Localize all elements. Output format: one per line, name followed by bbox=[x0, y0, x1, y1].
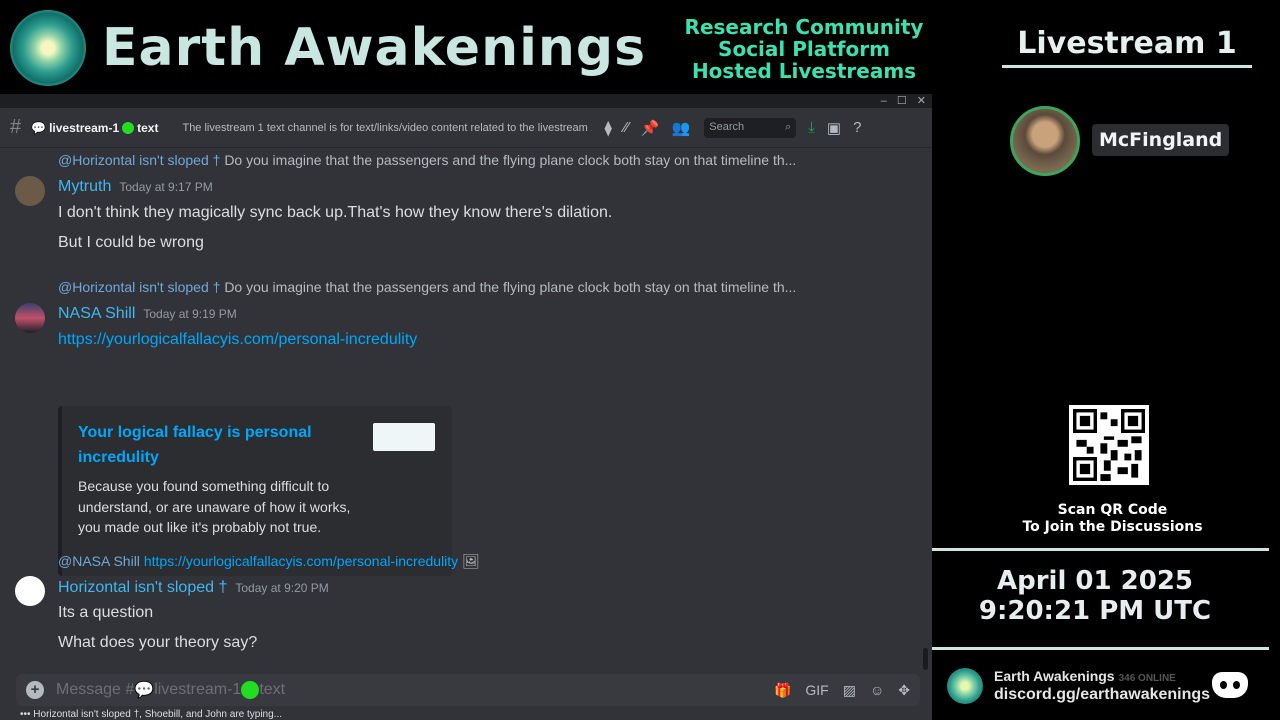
placeholder-text: livestream-1 bbox=[154, 681, 242, 698]
message-text: What does your theory say? bbox=[58, 634, 258, 651]
author-name[interactable]: NASA Shill bbox=[58, 305, 135, 322]
avatar[interactable] bbox=[15, 176, 45, 206]
reply-text: Do you imagine that the passengers and t… bbox=[224, 279, 797, 295]
member-list-icon[interactable]: 👥 bbox=[672, 119, 691, 137]
speech-bubble-icon: 💬 bbox=[134, 682, 155, 699]
sticker-icon[interactable]: ▨ bbox=[843, 682, 856, 699]
link-embed: Your logical fallacy is personal incredu… bbox=[58, 406, 452, 576]
threads-icon[interactable]: ⧫ bbox=[604, 119, 611, 137]
qr-caption-line: Scan QR Code bbox=[1057, 502, 1168, 518]
search-placeholder: Search bbox=[709, 120, 745, 133]
message-text: I don't think they magically sync back u… bbox=[58, 204, 613, 221]
emoji-icon[interactable]: ☺ bbox=[870, 682, 884, 699]
search-icon: ⌕ bbox=[785, 120, 792, 133]
typing-indicator: ••• Horizontal isn't sloped †, Shoebill,… bbox=[20, 709, 282, 720]
window-controls: – ☐ ✕ bbox=[0, 94, 932, 108]
time-text: 9:20:21 PM UTC bbox=[978, 596, 1212, 626]
message-text: But I could be wrong bbox=[58, 234, 204, 251]
tagline-line: Social Platform bbox=[718, 37, 890, 61]
discord-logo-icon bbox=[1212, 672, 1248, 698]
datetime: April 01 2025 9:20:21 PM UTC bbox=[950, 566, 1240, 626]
author-name[interactable]: Mytruth bbox=[58, 178, 111, 195]
channel-name-text: livestream-1 bbox=[49, 120, 120, 135]
avatar[interactable] bbox=[15, 303, 45, 333]
server-icon bbox=[947, 668, 983, 704]
embed-title[interactable]: Your logical fallacy is personal incredu… bbox=[78, 420, 338, 470]
qr-code bbox=[1069, 405, 1149, 485]
date-text: April 01 2025 bbox=[996, 566, 1194, 596]
notification-mute-icon[interactable]: ⁄⁄ bbox=[624, 119, 629, 136]
discord-window: – ☐ ✕ # 💬 livestream-1 text The livestream 1… bbox=[0, 94, 932, 720]
inbox-icon[interactable]: ▣ bbox=[827, 119, 841, 137]
message-input[interactable]: + Message # 💬 livestream-1 text 🎁 GIF ▨ ☺ ✥ bbox=[16, 674, 920, 706]
qr-caption: Scan QR Code To Join the Discussions bbox=[995, 502, 1230, 536]
message-author[interactable]: NASA Shill Today at 9:19 PM bbox=[58, 305, 237, 323]
channel-name-text: text bbox=[137, 120, 159, 135]
green-circle-icon bbox=[241, 681, 260, 699]
embed-thumbnail[interactable] bbox=[373, 423, 435, 451]
reply-mention[interactable]: @NASA Shill bbox=[58, 553, 140, 569]
reply-preview[interactable]: @Horizontal isn't sloped † Do you imagin… bbox=[58, 279, 796, 295]
download-icon[interactable]: ⤓ bbox=[808, 119, 815, 136]
pin-icon[interactable]: 📌 bbox=[641, 119, 660, 137]
message-author[interactable]: Mytruth Today at 9:17 PM bbox=[58, 178, 213, 196]
timestamp: Today at 9:20 PM bbox=[235, 581, 329, 595]
reply-mention[interactable]: @Horizontal isn't sloped † bbox=[58, 152, 220, 168]
online-count: 346 ONLINE bbox=[1118, 673, 1176, 684]
message-link[interactable]: https://yourlogicalfallacyis.com/persona… bbox=[58, 331, 417, 349]
channel-header: # 💬 livestream-1 text The livestream 1 tex… bbox=[0, 108, 932, 148]
earth-awakenings-logo bbox=[10, 10, 86, 86]
channel-name: 💬 livestream-1 text bbox=[31, 121, 158, 135]
qr-caption-line: To Join the Discussions bbox=[1022, 519, 1203, 535]
placeholder-text: text bbox=[259, 681, 286, 698]
close-button[interactable]: ✕ bbox=[917, 95, 926, 107]
tagline-line: Research Community bbox=[684, 15, 924, 39]
typing-dots-icon: ••• bbox=[20, 709, 34, 720]
tagline-line: Hosted Livestreams bbox=[691, 59, 917, 83]
channel-topic[interactable]: The livestream 1 text channel is for tex… bbox=[182, 122, 592, 134]
avatar[interactable] bbox=[15, 576, 45, 606]
speech-bubble-icon: 💬 bbox=[31, 120, 47, 135]
streamer-avatar bbox=[1010, 106, 1080, 176]
scrollbar[interactable] bbox=[923, 648, 928, 670]
timestamp: Today at 9:17 PM bbox=[119, 180, 213, 194]
reply-preview[interactable]: @NASA Shill https://yourlogicalfallacyis… bbox=[58, 553, 480, 570]
help-icon[interactable]: ? bbox=[853, 119, 861, 136]
brand-title: Earth Awakenings bbox=[102, 18, 647, 78]
minimize-button[interactable]: – bbox=[881, 95, 887, 107]
divider bbox=[932, 548, 1269, 551]
streamer-name: McFingland bbox=[1092, 124, 1230, 156]
tagline: Research Community Social Platform Hoste… bbox=[675, 16, 933, 82]
reply-preview[interactable]: @Horizontal isn't sloped † Do you imagin… bbox=[58, 152, 796, 168]
timestamp: Today at 9:19 PM bbox=[143, 307, 237, 321]
reply-text: https://yourlogicalfallacyis.com/persona… bbox=[143, 553, 459, 569]
gif-icon[interactable]: GIF bbox=[805, 682, 828, 699]
reply-mention[interactable]: @Horizontal isn't sloped † bbox=[58, 279, 220, 295]
embed-description: Because you found something difficult to… bbox=[78, 478, 351, 535]
reply-text: Do you imagine that the passengers and t… bbox=[224, 152, 797, 168]
message-text: Its a question bbox=[58, 604, 154, 621]
apps-icon[interactable]: ✥ bbox=[898, 682, 910, 699]
search-input[interactable]: Search ⌕ bbox=[704, 117, 797, 138]
typing-text: Horizontal isn't sloped †, Shoebill, and… bbox=[33, 709, 283, 720]
server-name: Earth Awakenings 346 ONLINE bbox=[994, 668, 1176, 684]
author-name[interactable]: Horizontal isn't sloped † bbox=[58, 579, 227, 596]
maximize-button[interactable]: ☐ bbox=[897, 95, 907, 107]
green-circle-icon bbox=[122, 121, 135, 134]
hash-icon: # bbox=[10, 116, 22, 138]
placeholder-text: Message # bbox=[56, 681, 135, 698]
gift-icon[interactable]: 🎁 bbox=[774, 682, 791, 699]
server-name-text: Earth Awakenings bbox=[994, 668, 1115, 684]
image-icon: 🖼 bbox=[462, 553, 480, 569]
divider bbox=[932, 647, 1269, 650]
invite-link: discord.gg/earthawakenings bbox=[994, 686, 1211, 703]
livestream-title: Livestream 1 bbox=[1002, 26, 1252, 68]
add-attachment-icon[interactable]: + bbox=[26, 681, 44, 699]
message-author[interactable]: Horizontal isn't sloped † Today at 9:20 P… bbox=[58, 579, 329, 597]
